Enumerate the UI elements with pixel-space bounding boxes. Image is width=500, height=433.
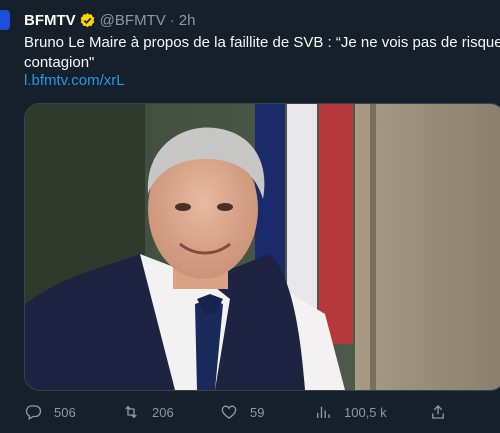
retweet-button[interactable]: 206 bbox=[122, 403, 174, 421]
like-count: 59 bbox=[250, 404, 265, 420]
tweet-actions: 506 206 59 100,5 k bbox=[24, 400, 464, 424]
tweet-text: Bruno Le Maire à propos de la faillite d… bbox=[24, 33, 500, 73]
reply-button[interactable]: 506 bbox=[24, 403, 76, 421]
like-button[interactable]: 59 bbox=[220, 403, 264, 421]
reply-icon bbox=[25, 405, 42, 420]
retweet-icon bbox=[125, 405, 137, 419]
author-handle[interactable]: @BFMTV bbox=[100, 12, 166, 29]
share-button[interactable] bbox=[429, 403, 447, 421]
views-icon bbox=[317, 406, 330, 418]
author-name[interactable]: BFMTV bbox=[24, 12, 76, 29]
author-avatar[interactable] bbox=[0, 10, 10, 30]
reply-count: 506 bbox=[54, 404, 76, 420]
share-icon bbox=[432, 405, 444, 419]
views-count: 100,5 k bbox=[344, 404, 387, 420]
retweet-count: 206 bbox=[152, 404, 174, 420]
heart-icon bbox=[221, 405, 237, 419]
tweet-media-photo[interactable] bbox=[24, 103, 500, 391]
tweet-timestamp[interactable]: 2h bbox=[179, 12, 196, 29]
tweet-text-line: Bruno Le Maire à propos de la faillite d… bbox=[24, 34, 500, 51]
tweet-header: BFMTV @BFMTV · 2h bbox=[24, 10, 195, 30]
views-button[interactable]: 100,5 k bbox=[314, 403, 387, 421]
separator-dot: · bbox=[169, 11, 175, 29]
tweet-link[interactable]: l.bfmtv.com/xrL bbox=[24, 72, 125, 89]
verified-badge-icon bbox=[79, 12, 96, 29]
photo-illustration bbox=[25, 104, 500, 390]
tweet-text-line: contagion" bbox=[24, 54, 95, 71]
